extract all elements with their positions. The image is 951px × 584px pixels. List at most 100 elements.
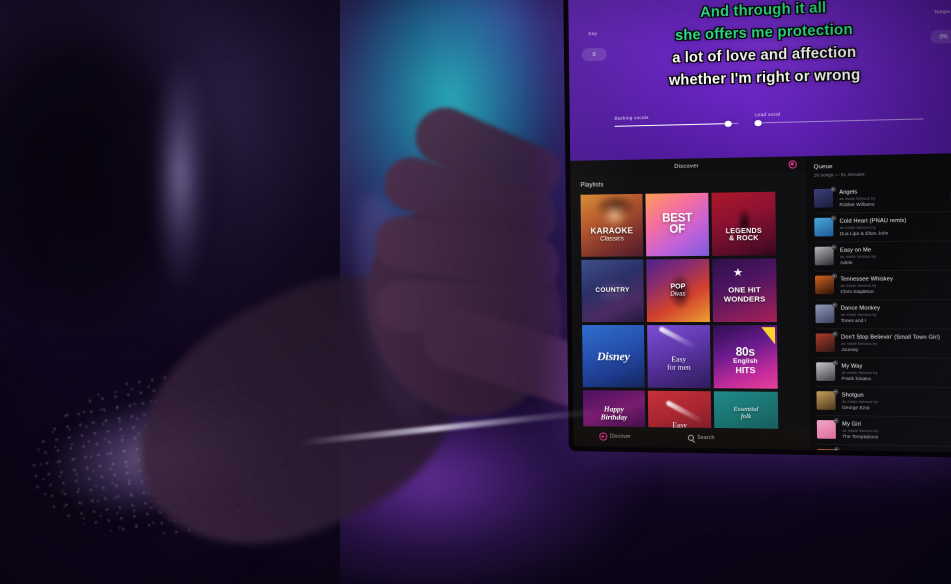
playlist-tile-country[interactable]: COUNTRY bbox=[581, 259, 644, 323]
queue-song-artist: Adele bbox=[840, 259, 853, 265]
scene: Key 0 Tempo 0% And through it all she of… bbox=[0, 0, 951, 584]
queue-famous-by-label: as made famous by bbox=[840, 283, 877, 288]
queue-song-title: Don't Stop Believin' (Small Town Girl) bbox=[841, 334, 941, 341]
playlist-tile-best-of[interactable]: BEST OF bbox=[645, 192, 710, 257]
tile-label: LEGENDS & ROCK bbox=[726, 228, 763, 243]
album-art-texture bbox=[814, 246, 834, 266]
tile-line3: HITS bbox=[735, 364, 756, 376]
queue-song-title: Angels bbox=[839, 188, 858, 196]
tile-line1: Essential bbox=[733, 405, 759, 413]
tile-label: Disney bbox=[597, 349, 630, 363]
tile-label: Essential folk bbox=[733, 406, 758, 421]
discover-title: Discover bbox=[674, 162, 699, 170]
album-art-texture bbox=[815, 304, 835, 324]
tile-line2: Divas bbox=[670, 291, 686, 298]
playlist-tile-karaoke-classics[interactable]: KARAOKE Classics bbox=[580, 193, 644, 257]
queue-row[interactable]: Dance Monkey as made famous by Tones and I bbox=[815, 299, 951, 330]
singer-avatar-icon bbox=[832, 389, 839, 395]
tile-label: COUNTRY bbox=[595, 286, 630, 294]
tile-noise bbox=[580, 193, 644, 257]
album-art-texture bbox=[816, 420, 836, 439]
search-placeholder: Search bbox=[697, 434, 715, 442]
tile-line2: folk bbox=[740, 412, 752, 421]
playlist-tile-easy-for-men[interactable]: Easy for men bbox=[647, 325, 711, 389]
queue-row[interactable]: Easy on Me as made famous by Adele bbox=[814, 240, 951, 272]
queue-row[interactable]: Don't Stop Believin' (Small Town Girl) as… bbox=[815, 328, 951, 359]
search-input[interactable]: Search bbox=[687, 434, 715, 442]
album-art bbox=[814, 246, 834, 266]
album-art-texture bbox=[815, 333, 835, 353]
queue-song-artist: George Ezra bbox=[841, 404, 870, 410]
queue-song-artist: Dua Lipa & Elton John bbox=[839, 230, 889, 236]
playlist-tile-legends-of-rock[interactable]: LEGENDS & ROCK bbox=[711, 191, 777, 256]
playlist-tile-one-hit-wonders[interactable]: ★ ONE HIT WONDERS bbox=[712, 258, 777, 323]
playlist-tile-pop-divas[interactable]: POP Divas bbox=[646, 258, 710, 323]
queue-song-title: Dance Monkey bbox=[840, 305, 881, 312]
queue-song-artist: Journey bbox=[841, 346, 859, 352]
record-circle-icon[interactable] bbox=[788, 159, 797, 169]
backing-vocals-knob[interactable] bbox=[724, 120, 732, 128]
album-art-texture bbox=[816, 362, 836, 382]
tile-label: BEST OF bbox=[662, 212, 692, 236]
singer-avatar-icon bbox=[831, 302, 838, 308]
singer-avatar-icon bbox=[830, 244, 837, 251]
playlists-grid: KARAOKE Classics BEST OF LEGENDS & ROCK … bbox=[580, 191, 810, 430]
tile-line1: POP bbox=[670, 283, 686, 291]
tile-label: Easy for men bbox=[667, 354, 691, 372]
bottom-nav-bar: Discover Search bbox=[573, 426, 810, 450]
tile-label: 80s English HITS bbox=[733, 347, 758, 376]
queue-row[interactable]: Cold Heart (PNAU remix) as made famous by… bbox=[814, 211, 951, 243]
tablet-device: Key 0 Tempo 0% And through it all she of… bbox=[563, 0, 951, 458]
tablet-screen: Key 0 Tempo 0% And through it all she of… bbox=[568, 0, 951, 453]
playlist-tile-80s-english-hits[interactable]: 80s English HITS bbox=[713, 325, 778, 389]
discover-pane: Discover Playlists KARAOKE Classics BEST… bbox=[570, 156, 810, 450]
queue-song-title: Cold Heart (PNAU remix) bbox=[839, 217, 907, 225]
tile-line2: Birthday bbox=[600, 412, 628, 422]
queue-row-meta: Don't Stop Believin' (Small Town Girl) as… bbox=[839, 334, 948, 352]
playlists-heading: Playlists bbox=[580, 182, 604, 189]
queue-row-meta: Cold Heart (PNAU remix) as made famous by… bbox=[837, 217, 946, 236]
queue-song-title: My Girl bbox=[842, 420, 861, 428]
album-art bbox=[813, 188, 834, 208]
queue-famous-by-label: as made famous by bbox=[841, 341, 878, 346]
queue-row[interactable]: Shotgun as made famous by George Ezra bbox=[816, 386, 951, 418]
head-rim-light bbox=[120, 10, 270, 340]
queue-row[interactable]: My Girl as made famous by The Temptations bbox=[816, 415, 951, 447]
album-art-texture bbox=[814, 217, 834, 237]
queue-subtitle: 16 songs — 51 minutes bbox=[813, 171, 865, 178]
tile-label: POP Divas bbox=[670, 284, 685, 298]
queue-song-title: Shotgun bbox=[841, 391, 864, 399]
singer-avatar-icon bbox=[832, 331, 838, 337]
queue-row-meta: Dance Monkey as made famous by Tones and I bbox=[839, 305, 948, 323]
album-art bbox=[815, 304, 835, 324]
tile-label: KARAOKE Classics bbox=[590, 226, 633, 243]
playlist-tile-essential-folk[interactable]: Essential folk bbox=[713, 391, 779, 430]
queue-row-meta: My Girl as made famous by The Temptations bbox=[840, 421, 949, 440]
queue-list: Angels as made famous by Robbie Williams Co… bbox=[813, 182, 951, 453]
backing-vocals-slider[interactable]: Backing vocals bbox=[614, 113, 739, 128]
queue-row[interactable]: Tennessee Whiskey as made famous by Chris … bbox=[814, 270, 951, 300]
playlists-section: Playlists KARAOKE Classics BEST OF LEGEN… bbox=[570, 172, 809, 430]
lead-vocal-knob[interactable] bbox=[754, 119, 762, 127]
tile-line2: OF bbox=[669, 223, 686, 236]
backing-vocals-track[interactable] bbox=[614, 120, 739, 128]
queue-row[interactable]: My Way as made famous by Frank Sinatra bbox=[816, 357, 951, 388]
queue-song-artist: The Temptations bbox=[842, 433, 879, 440]
album-art bbox=[816, 420, 836, 439]
playlist-tile-easy-for-women[interactable]: Easy for women bbox=[647, 390, 712, 430]
nav-discover-button[interactable]: Discover bbox=[599, 432, 631, 441]
playlist-tile-disney[interactable]: Disney bbox=[582, 325, 645, 388]
record-circle-icon bbox=[599, 432, 607, 441]
lead-vocal-track[interactable] bbox=[754, 118, 924, 127]
queue-song-artist: Frank Sinatra bbox=[841, 375, 871, 381]
tile-noise bbox=[711, 191, 777, 256]
album-art bbox=[816, 391, 836, 411]
tile-line2: WONDERS bbox=[723, 293, 766, 304]
queue-pane: Queue 16 songs — 51 minutes Angels as mad… bbox=[806, 153, 951, 453]
tile-line2: Classics bbox=[599, 235, 624, 243]
queue-row[interactable]: Angels as made famous by Robbie Williams bbox=[813, 182, 951, 214]
singer-avatar-icon bbox=[832, 360, 838, 366]
queue-song-artist: Chris Stapleton bbox=[840, 288, 874, 294]
singer-avatar-icon bbox=[830, 215, 837, 222]
queue-row-meta: Shotgun as made famous by George Ezra bbox=[840, 392, 949, 411]
